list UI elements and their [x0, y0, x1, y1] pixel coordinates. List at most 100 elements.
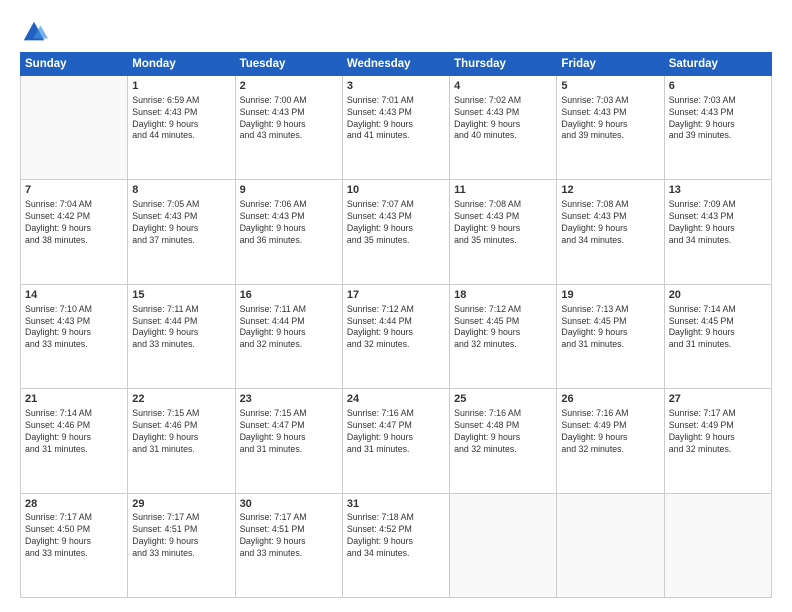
calendar-body: 1Sunrise: 6:59 AM Sunset: 4:43 PM Daylig…: [21, 76, 772, 598]
day-number: 10: [347, 183, 445, 198]
day-info: Sunrise: 7:16 AM Sunset: 4:47 PM Dayligh…: [347, 408, 445, 456]
day-number: 31: [347, 497, 445, 512]
calendar-cell: 18Sunrise: 7:12 AM Sunset: 4:45 PM Dayli…: [450, 284, 557, 388]
calendar-cell: 31Sunrise: 7:18 AM Sunset: 4:52 PM Dayli…: [342, 493, 449, 597]
weekday-header-wednesday: Wednesday: [342, 53, 449, 76]
calendar-cell: 25Sunrise: 7:16 AM Sunset: 4:48 PM Dayli…: [450, 389, 557, 493]
day-info: Sunrise: 6:59 AM Sunset: 4:43 PM Dayligh…: [132, 95, 230, 143]
calendar-cell: 6Sunrise: 7:03 AM Sunset: 4:43 PM Daylig…: [664, 76, 771, 180]
day-number: 12: [561, 183, 659, 198]
calendar-cell: 26Sunrise: 7:16 AM Sunset: 4:49 PM Dayli…: [557, 389, 664, 493]
day-number: 21: [25, 392, 123, 407]
weekday-header-saturday: Saturday: [664, 53, 771, 76]
day-info: Sunrise: 7:06 AM Sunset: 4:43 PM Dayligh…: [240, 199, 338, 247]
calendar-cell: 3Sunrise: 7:01 AM Sunset: 4:43 PM Daylig…: [342, 76, 449, 180]
calendar-cell: [664, 493, 771, 597]
calendar-cell: 20Sunrise: 7:14 AM Sunset: 4:45 PM Dayli…: [664, 284, 771, 388]
day-info: Sunrise: 7:08 AM Sunset: 4:43 PM Dayligh…: [454, 199, 552, 247]
calendar-cell: 12Sunrise: 7:08 AM Sunset: 4:43 PM Dayli…: [557, 180, 664, 284]
day-number: 29: [132, 497, 230, 512]
weekday-header-row: SundayMondayTuesdayWednesdayThursdayFrid…: [21, 53, 772, 76]
day-info: Sunrise: 7:03 AM Sunset: 4:43 PM Dayligh…: [669, 95, 767, 143]
day-number: 3: [347, 79, 445, 94]
day-info: Sunrise: 7:01 AM Sunset: 4:43 PM Dayligh…: [347, 95, 445, 143]
day-number: 6: [669, 79, 767, 94]
day-number: 28: [25, 497, 123, 512]
day-info: Sunrise: 7:02 AM Sunset: 4:43 PM Dayligh…: [454, 95, 552, 143]
calendar-cell: 29Sunrise: 7:17 AM Sunset: 4:51 PM Dayli…: [128, 493, 235, 597]
calendar-cell: [450, 493, 557, 597]
calendar-cell: 19Sunrise: 7:13 AM Sunset: 4:45 PM Dayli…: [557, 284, 664, 388]
day-number: 14: [25, 288, 123, 303]
day-info: Sunrise: 7:14 AM Sunset: 4:46 PM Dayligh…: [25, 408, 123, 456]
day-info: Sunrise: 7:12 AM Sunset: 4:45 PM Dayligh…: [454, 304, 552, 352]
day-number: 2: [240, 79, 338, 94]
day-number: 8: [132, 183, 230, 198]
day-info: Sunrise: 7:17 AM Sunset: 4:50 PM Dayligh…: [25, 512, 123, 560]
calendar-cell: 14Sunrise: 7:10 AM Sunset: 4:43 PM Dayli…: [21, 284, 128, 388]
day-info: Sunrise: 7:00 AM Sunset: 4:43 PM Dayligh…: [240, 95, 338, 143]
weekday-header-thursday: Thursday: [450, 53, 557, 76]
calendar-cell: 23Sunrise: 7:15 AM Sunset: 4:47 PM Dayli…: [235, 389, 342, 493]
weekday-header-monday: Monday: [128, 53, 235, 76]
header: [20, 18, 772, 46]
calendar-cell: 27Sunrise: 7:17 AM Sunset: 4:49 PM Dayli…: [664, 389, 771, 493]
day-info: Sunrise: 7:11 AM Sunset: 4:44 PM Dayligh…: [240, 304, 338, 352]
day-info: Sunrise: 7:13 AM Sunset: 4:45 PM Dayligh…: [561, 304, 659, 352]
week-row-3: 14Sunrise: 7:10 AM Sunset: 4:43 PM Dayli…: [21, 284, 772, 388]
day-number: 25: [454, 392, 552, 407]
calendar-cell: 9Sunrise: 7:06 AM Sunset: 4:43 PM Daylig…: [235, 180, 342, 284]
weekday-header-sunday: Sunday: [21, 53, 128, 76]
day-info: Sunrise: 7:03 AM Sunset: 4:43 PM Dayligh…: [561, 95, 659, 143]
calendar-cell: 10Sunrise: 7:07 AM Sunset: 4:43 PM Dayli…: [342, 180, 449, 284]
calendar-cell: 13Sunrise: 7:09 AM Sunset: 4:43 PM Dayli…: [664, 180, 771, 284]
day-number: 27: [669, 392, 767, 407]
calendar-cell: 4Sunrise: 7:02 AM Sunset: 4:43 PM Daylig…: [450, 76, 557, 180]
day-info: Sunrise: 7:15 AM Sunset: 4:46 PM Dayligh…: [132, 408, 230, 456]
weekday-header-tuesday: Tuesday: [235, 53, 342, 76]
calendar-cell: 8Sunrise: 7:05 AM Sunset: 4:43 PM Daylig…: [128, 180, 235, 284]
day-number: 22: [132, 392, 230, 407]
week-row-1: 1Sunrise: 6:59 AM Sunset: 4:43 PM Daylig…: [21, 76, 772, 180]
day-info: Sunrise: 7:16 AM Sunset: 4:49 PM Dayligh…: [561, 408, 659, 456]
day-info: Sunrise: 7:18 AM Sunset: 4:52 PM Dayligh…: [347, 512, 445, 560]
day-info: Sunrise: 7:04 AM Sunset: 4:42 PM Dayligh…: [25, 199, 123, 247]
week-row-5: 28Sunrise: 7:17 AM Sunset: 4:50 PM Dayli…: [21, 493, 772, 597]
day-number: 19: [561, 288, 659, 303]
calendar-cell: 2Sunrise: 7:00 AM Sunset: 4:43 PM Daylig…: [235, 76, 342, 180]
logo-icon: [20, 18, 48, 46]
day-info: Sunrise: 7:17 AM Sunset: 4:51 PM Dayligh…: [132, 512, 230, 560]
day-number: 13: [669, 183, 767, 198]
day-number: 7: [25, 183, 123, 198]
day-info: Sunrise: 7:15 AM Sunset: 4:47 PM Dayligh…: [240, 408, 338, 456]
day-info: Sunrise: 7:14 AM Sunset: 4:45 PM Dayligh…: [669, 304, 767, 352]
day-info: Sunrise: 7:07 AM Sunset: 4:43 PM Dayligh…: [347, 199, 445, 247]
day-number: 9: [240, 183, 338, 198]
week-row-2: 7Sunrise: 7:04 AM Sunset: 4:42 PM Daylig…: [21, 180, 772, 284]
day-info: Sunrise: 7:10 AM Sunset: 4:43 PM Dayligh…: [25, 304, 123, 352]
day-info: Sunrise: 7:08 AM Sunset: 4:43 PM Dayligh…: [561, 199, 659, 247]
day-number: 5: [561, 79, 659, 94]
day-info: Sunrise: 7:17 AM Sunset: 4:51 PM Dayligh…: [240, 512, 338, 560]
calendar-cell: 22Sunrise: 7:15 AM Sunset: 4:46 PM Dayli…: [128, 389, 235, 493]
day-info: Sunrise: 7:05 AM Sunset: 4:43 PM Dayligh…: [132, 199, 230, 247]
week-row-4: 21Sunrise: 7:14 AM Sunset: 4:46 PM Dayli…: [21, 389, 772, 493]
calendar-cell: [21, 76, 128, 180]
day-number: 24: [347, 392, 445, 407]
calendar-cell: 24Sunrise: 7:16 AM Sunset: 4:47 PM Dayli…: [342, 389, 449, 493]
calendar-cell: 7Sunrise: 7:04 AM Sunset: 4:42 PM Daylig…: [21, 180, 128, 284]
day-info: Sunrise: 7:17 AM Sunset: 4:49 PM Dayligh…: [669, 408, 767, 456]
day-number: 20: [669, 288, 767, 303]
calendar-table: SundayMondayTuesdayWednesdayThursdayFrid…: [20, 52, 772, 598]
calendar-cell: 1Sunrise: 6:59 AM Sunset: 4:43 PM Daylig…: [128, 76, 235, 180]
calendar-cell: 16Sunrise: 7:11 AM Sunset: 4:44 PM Dayli…: [235, 284, 342, 388]
day-number: 11: [454, 183, 552, 198]
day-info: Sunrise: 7:12 AM Sunset: 4:44 PM Dayligh…: [347, 304, 445, 352]
page: SundayMondayTuesdayWednesdayThursdayFrid…: [0, 0, 792, 612]
day-info: Sunrise: 7:16 AM Sunset: 4:48 PM Dayligh…: [454, 408, 552, 456]
day-number: 18: [454, 288, 552, 303]
day-number: 17: [347, 288, 445, 303]
day-number: 1: [132, 79, 230, 94]
calendar-cell: 21Sunrise: 7:14 AM Sunset: 4:46 PM Dayli…: [21, 389, 128, 493]
calendar-cell: 11Sunrise: 7:08 AM Sunset: 4:43 PM Dayli…: [450, 180, 557, 284]
